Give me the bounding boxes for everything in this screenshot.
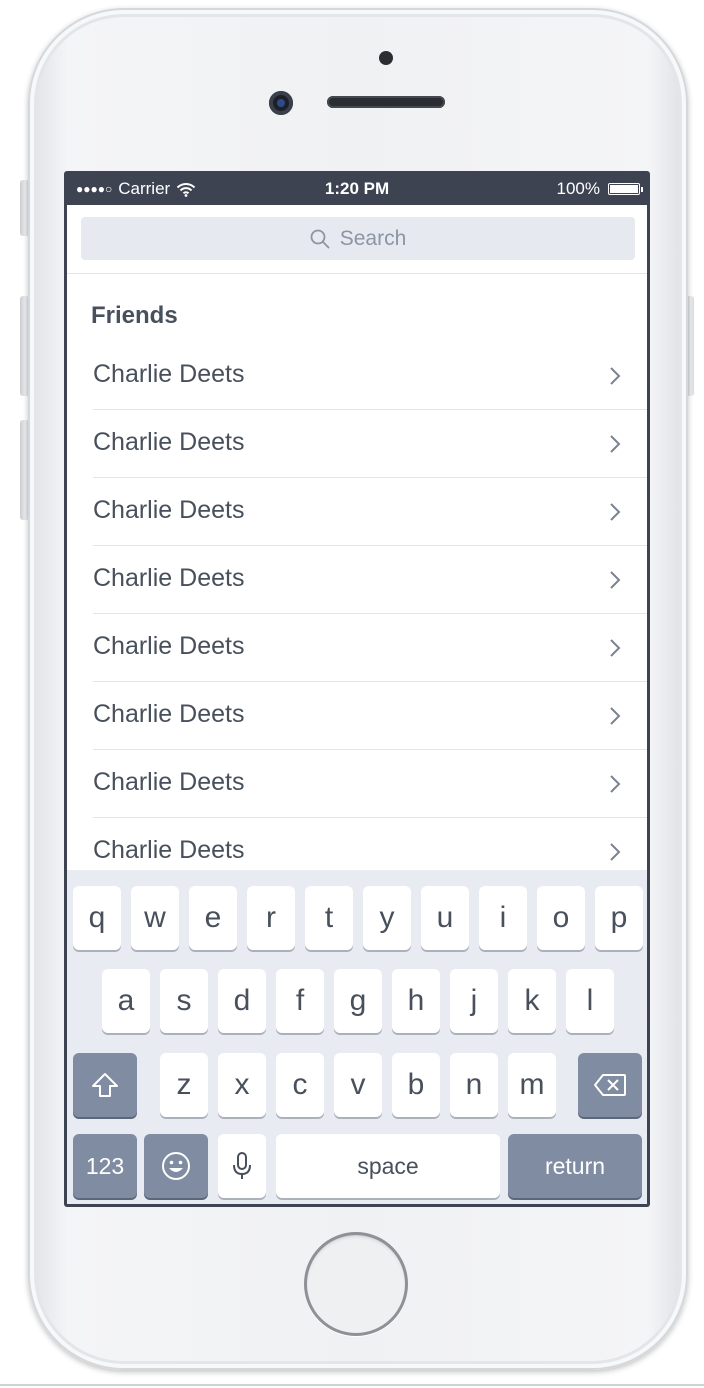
chevron-right-icon (610, 435, 621, 453)
key-d[interactable]: d (218, 969, 266, 1033)
list-item[interactable]: Charlie Deets (67, 410, 647, 478)
search-icon (310, 229, 330, 248)
key-b[interactable]: b (392, 1053, 440, 1117)
key-h[interactable]: h (392, 969, 440, 1033)
list-item[interactable]: Charlie Deets (67, 546, 647, 614)
key-f[interactable]: f (276, 969, 324, 1033)
shift-icon (92, 1073, 118, 1097)
chevron-right-icon (610, 367, 621, 385)
home-button[interactable] (304, 1232, 408, 1336)
friends-screen: Search Friends Charlie Deets Charlie Dee… (67, 205, 647, 870)
chevron-right-icon (610, 639, 621, 657)
friend-name: Charlie Deets (93, 428, 245, 456)
front-camera (269, 91, 293, 115)
key-v[interactable]: v (334, 1053, 382, 1117)
key-u[interactable]: u (421, 886, 469, 950)
search-input[interactable]: Search (81, 217, 635, 260)
list-item[interactable]: Charlie Deets (67, 682, 647, 750)
battery-icon (608, 183, 643, 195)
key-z[interactable]: z (160, 1053, 208, 1117)
dictation-key[interactable] (218, 1134, 266, 1198)
earpiece-speaker (327, 96, 445, 108)
delete-key[interactable] (578, 1053, 642, 1117)
status-bar: ●●●●○ Carrier 1:20 PM 100% (64, 171, 650, 205)
friend-name: Charlie Deets (93, 360, 245, 388)
list-item[interactable]: Charlie Deets (67, 478, 647, 546)
key-j[interactable]: j (450, 969, 498, 1033)
key-p[interactable]: p (595, 886, 643, 950)
friend-name: Charlie Deets (93, 496, 245, 524)
return-key[interactable]: return (508, 1134, 642, 1198)
list-item[interactable]: Charlie Deets (67, 818, 647, 870)
screen: ●●●●○ Carrier 1:20 PM 100% Search Friend… (64, 171, 650, 1207)
friend-name: Charlie Deets (93, 768, 245, 796)
chevron-right-icon (610, 503, 621, 521)
key-c[interactable]: c (276, 1053, 324, 1117)
key-q[interactable]: q (73, 886, 121, 950)
search-placeholder: Search (339, 226, 407, 250)
key-l[interactable]: l (566, 969, 614, 1033)
key-m[interactable]: m (508, 1053, 556, 1117)
page-bottom-rule (0, 1384, 704, 1386)
key-o[interactable]: o (537, 886, 585, 950)
key-r[interactable]: r (247, 886, 295, 950)
search-bar: Search (67, 205, 647, 274)
space-key[interactable]: space (276, 1134, 500, 1198)
key-w[interactable]: w (131, 886, 179, 950)
chevron-right-icon (610, 707, 621, 725)
friend-name: Charlie Deets (93, 632, 245, 660)
status-right: 100% (556, 179, 643, 199)
keyboard: q w e r t y u i o p a s d f g h j k l z … (67, 870, 647, 1204)
key-g[interactable]: g (334, 969, 382, 1033)
key-y[interactable]: y (363, 886, 411, 950)
friend-name: Charlie Deets (93, 564, 245, 592)
list-item[interactable]: Charlie Deets (67, 750, 647, 818)
chevron-right-icon (610, 843, 621, 861)
key-a[interactable]: a (102, 969, 150, 1033)
key-e[interactable]: e (189, 886, 237, 950)
key-t[interactable]: t (305, 886, 353, 950)
key-n[interactable]: n (450, 1053, 498, 1117)
microphone-icon (233, 1152, 251, 1179)
battery-percent: 100% (556, 179, 600, 198)
emoji-key[interactable] (144, 1134, 208, 1198)
list-item[interactable]: Charlie Deets (67, 614, 647, 682)
emoji-icon (162, 1152, 190, 1180)
proximity-sensor (379, 51, 393, 65)
friend-list: Charlie Deets Charlie Deets Charlie Deet… (67, 342, 647, 870)
chevron-right-icon (610, 775, 621, 793)
section-header-friends: Friends (91, 302, 178, 329)
key-x[interactable]: x (218, 1053, 266, 1117)
key-i[interactable]: i (479, 886, 527, 950)
delete-icon (594, 1074, 626, 1096)
numbers-key[interactable]: 123 (73, 1134, 137, 1198)
key-k[interactable]: k (508, 969, 556, 1033)
chevron-right-icon (610, 571, 621, 589)
list-item[interactable]: Charlie Deets (67, 342, 647, 410)
friend-name: Charlie Deets (93, 700, 245, 728)
key-s[interactable]: s (160, 969, 208, 1033)
shift-key[interactable] (73, 1053, 137, 1117)
friend-name: Charlie Deets (93, 836, 245, 864)
